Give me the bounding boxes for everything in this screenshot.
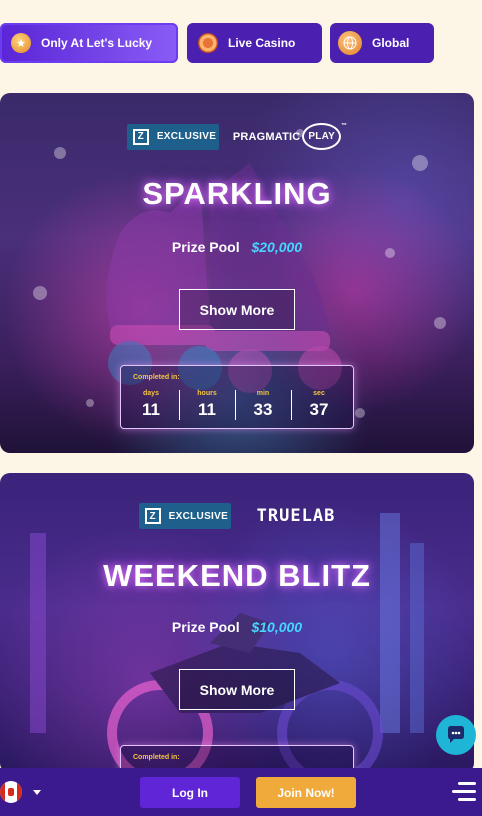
exclusive-logo-icon: Z — [144, 508, 161, 524]
prize-label: Prize Pool — [171, 239, 240, 255]
brand-row: Z EXCLUSIVE PRAGMATIC PLAY ™ — [0, 123, 474, 150]
show-more-button[interactable]: Show More — [179, 669, 295, 710]
tournament-card-sparkling[interactable]: Z EXCLUSIVE PRAGMATIC PLAY ™ SPARKLING P… — [0, 93, 474, 453]
bottom-bar: Log In Join Now! — [0, 768, 482, 816]
tab-only-at-lets-lucky[interactable]: Only At Let's Lucky — [0, 23, 178, 63]
countdown-timer: Completed in: days 11 hours 11 min 33 se… — [120, 365, 354, 429]
prize-amount: $10,000 — [251, 619, 303, 635]
countdown-days: days 11 — [142, 390, 160, 419]
category-tabs: Only At Let's Lucky Live Casino Global — [0, 23, 482, 63]
exclusive-badge: Z EXCLUSIVE — [126, 123, 219, 150]
tab-label: Only At Let's Lucky — [41, 36, 153, 50]
canada-flag-icon[interactable] — [0, 781, 22, 803]
prize-pool: Prize Pool $20,000 — [0, 239, 474, 255]
live-chat-button[interactable] — [436, 715, 476, 755]
show-more-button[interactable]: Show More — [179, 289, 295, 330]
countdown-min: min 33 — [235, 390, 291, 420]
tab-live-casino[interactable]: Live Casino — [187, 23, 322, 63]
tab-global[interactable]: Global — [330, 23, 434, 63]
tournament-title: SPARKLING — [142, 176, 332, 211]
countdown-sec: sec 37 — [291, 390, 347, 420]
tournament-title: WEEKEND BLITZ — [103, 558, 371, 593]
prize-pool: Prize Pool $10,000 — [0, 619, 474, 635]
countdown-hours: hours 11 — [179, 390, 235, 420]
countdown-label: Completed in: — [133, 754, 180, 761]
countdown-label: Completed in: — [133, 374, 180, 381]
provider-logo-truelab: TRUELAB — [256, 506, 336, 526]
exclusive-badge: Z EXCLUSIVE — [138, 503, 231, 529]
tournament-card-weekend-blitz[interactable]: Z EXCLUSIVE TRUELAB WEEKEND BLITZ Prize … — [0, 473, 474, 773]
chat-icon — [448, 726, 464, 743]
join-now-button[interactable]: Join Now! — [256, 777, 356, 808]
lucky-coin-icon — [11, 33, 31, 53]
exclusive-logo-icon: Z — [132, 128, 149, 145]
globe-icon — [338, 31, 362, 55]
tab-label: Live Casino — [228, 36, 296, 50]
chevron-down-icon[interactable] — [33, 790, 41, 795]
prize-label: Prize Pool — [171, 619, 240, 635]
menu-icon[interactable] — [452, 780, 476, 804]
brand-row: Z EXCLUSIVE TRUELAB — [0, 503, 474, 529]
provider-logo-pragmatic-play: PRAGMATIC PLAY ™ — [233, 123, 347, 150]
casino-chip-icon — [198, 33, 218, 53]
prize-amount: $20,000 — [251, 239, 303, 255]
login-button[interactable]: Log In — [140, 777, 240, 808]
tab-label: Global — [372, 36, 410, 50]
